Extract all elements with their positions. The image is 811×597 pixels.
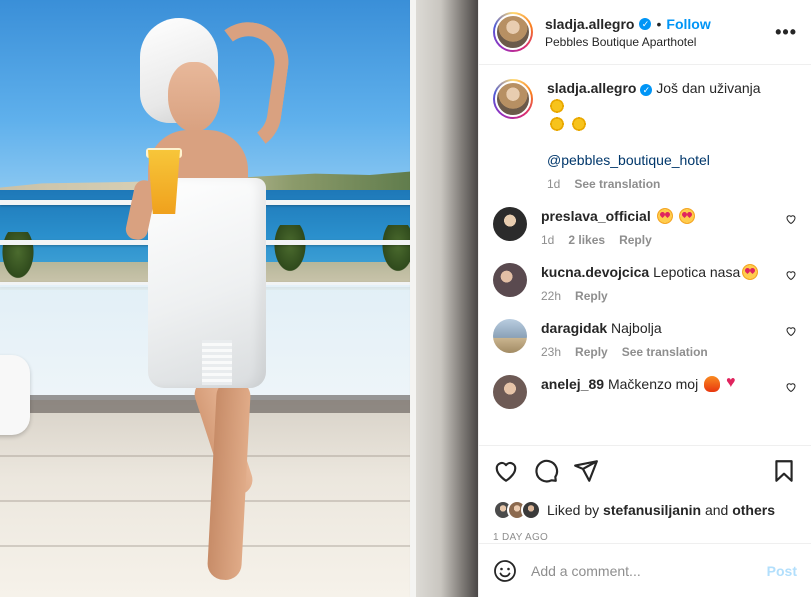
commenter-username[interactable]: preslava_official — [541, 208, 651, 224]
verified-icon: ✓ — [639, 17, 652, 30]
reply-button[interactable]: Reply — [619, 233, 652, 247]
caption-username[interactable]: sladja.allegro — [547, 80, 636, 96]
caption-body: Još dan uživanja — [656, 80, 761, 96]
see-translation-button[interactable]: See translation — [574, 177, 660, 191]
comment-time: 1d — [541, 233, 555, 247]
like-comment-heart-icon[interactable] — [785, 381, 797, 393]
caption-meta: 1d See translation — [547, 177, 777, 191]
action-icons — [493, 458, 797, 484]
caption-time: 1d — [547, 177, 561, 191]
liked-by-prefix: Liked by — [547, 502, 600, 518]
location-link[interactable]: Pebbles Boutique Aparthotel — [545, 35, 775, 49]
post-photo[interactable] — [0, 0, 478, 597]
comment-body: Lepotica nasa — [653, 264, 741, 280]
heart-eyes-emoji-icon — [742, 264, 759, 280]
reply-button[interactable]: Reply — [575, 289, 608, 303]
author-avatar[interactable] — [493, 12, 533, 52]
liked-by-avatars — [493, 500, 541, 520]
post-timestamp: 1 DAY AGO — [493, 532, 549, 543]
comment-item: anelej_89 Mačkenzo moj — [493, 374, 797, 409]
commenter-username[interactable]: daragidak — [541, 320, 607, 336]
commenter-avatar[interactable] — [493, 375, 527, 409]
comment-text: preslava_official — [541, 207, 777, 225]
comment-body: Mačkenzo moj — [607, 376, 699, 392]
red-heart-emoji-icon — [726, 374, 742, 392]
heart-icon[interactable] — [493, 458, 519, 484]
photo-wall — [416, 0, 478, 597]
add-comment-bar: Post — [479, 543, 811, 597]
sun-emoji-icon — [570, 116, 587, 132]
caption: sladja.allegro ✓ Još dan uživanja @pebbl… — [493, 79, 797, 191]
share-icon[interactable] — [573, 458, 599, 484]
instagram-post-modal: sladja.allegro ✓ • Follow Pebbles Boutiq… — [0, 0, 811, 597]
photo-cup — [148, 150, 180, 214]
comment-text: kucna.devojcica Lepotica nasa — [541, 263, 777, 281]
like-comment-heart-icon[interactable] — [785, 325, 797, 337]
like-comment-heart-icon[interactable] — [785, 269, 797, 281]
emoji-icon[interactable] — [493, 559, 517, 583]
commenter-username[interactable]: kucna.devojcica — [541, 264, 649, 280]
photo-floor-line — [0, 455, 420, 457]
comment-meta: 22h Reply — [541, 289, 777, 303]
heart-eyes-emoji-icon — [678, 208, 695, 224]
comment-meta: 23h Reply See translation — [541, 345, 777, 359]
comment-icon[interactable] — [533, 458, 559, 484]
comment-text: anelej_89 Mačkenzo moj — [541, 374, 777, 393]
photo-person-face — [168, 62, 220, 132]
bookmark-icon[interactable] — [771, 458, 797, 484]
commenter-username[interactable]: anelej_89 — [541, 376, 604, 392]
comment-text: daragidak Najbolja — [541, 319, 777, 337]
separator-dot: • — [656, 15, 662, 32]
see-translation-button[interactable]: See translation — [622, 345, 708, 359]
comment-likes-button[interactable]: 2 likes — [568, 233, 605, 247]
comment-item: preslava_official 1d 2 likes Reply — [493, 207, 797, 247]
sun-emoji-icon — [549, 116, 565, 132]
sun-emoji-icon — [549, 98, 565, 114]
liked-by-username[interactable]: stefanusiljanin — [603, 502, 701, 518]
comment-time: 22h — [541, 289, 562, 303]
post-comment-button[interactable]: Post — [767, 563, 797, 579]
fire-emoji-icon — [704, 376, 721, 392]
comment-time: 23h — [541, 345, 562, 359]
photo-tree — [272, 225, 308, 275]
caption-avatar[interactable] — [493, 79, 533, 119]
liked-by-others[interactable]: others — [732, 502, 775, 518]
heart-eyes-emoji-icon — [656, 208, 673, 224]
liked-by[interactable]: Liked by stefanusiljanin and others — [493, 500, 797, 520]
author-username[interactable]: sladja.allegro — [545, 16, 634, 32]
caption-mention[interactable]: @pebbles_boutique_hotel — [547, 152, 710, 168]
photo-chair — [0, 355, 30, 435]
liked-by-and: and — [704, 502, 729, 518]
header-text: sladja.allegro ✓ • Follow Pebbles Boutiq… — [545, 16, 775, 49]
post-header: sladja.allegro ✓ • Follow Pebbles Boutiq… — [479, 0, 811, 65]
verified-icon: ✓ — [640, 84, 653, 96]
comment-meta: 1d 2 likes Reply — [541, 233, 777, 247]
comment-item: kucna.devojcica Lepotica nasa 22h Reply — [493, 263, 797, 303]
comments-list[interactable]: sladja.allegro ✓ Još dan uživanja @pebbl… — [479, 65, 811, 445]
more-options-icon[interactable]: ••• — [775, 22, 797, 43]
like-comment-heart-icon[interactable] — [785, 213, 797, 225]
comment-input[interactable] — [531, 562, 767, 579]
commenter-avatar[interactable] — [493, 319, 527, 353]
caption-text: sladja.allegro ✓ Još dan uživanja @pebbl… — [547, 79, 777, 169]
comment-item: daragidak Najbolja 23h Reply See transla… — [493, 319, 797, 359]
post-side-panel: sladja.allegro ✓ • Follow Pebbles Boutiq… — [478, 0, 811, 597]
liker-avatar — [521, 500, 541, 520]
follow-button[interactable]: Follow — [666, 16, 710, 32]
commenter-avatar[interactable] — [493, 263, 527, 297]
commenter-avatar[interactable] — [493, 207, 527, 241]
comment-body: Najbolja — [611, 320, 662, 336]
photo-towel-band — [202, 340, 232, 385]
reply-button[interactable]: Reply — [575, 345, 608, 359]
